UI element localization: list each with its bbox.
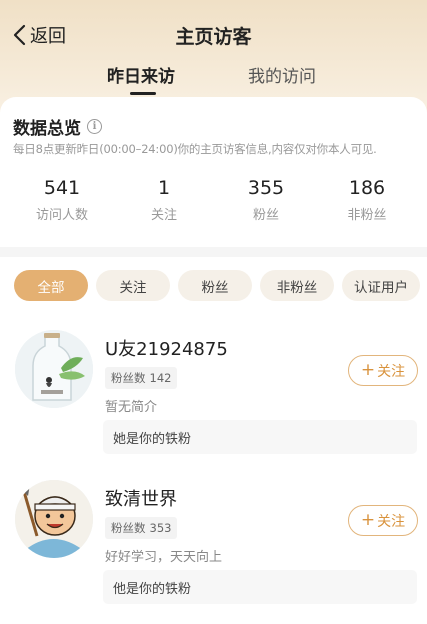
filter-follows[interactable]: 关注 [96, 270, 170, 301]
overview-title: 数据总览 [13, 119, 81, 139]
stat-value: 186 [348, 177, 386, 199]
fans-count: 353 [149, 521, 172, 535]
fans-count: 142 [149, 371, 172, 385]
visitor-name[interactable]: U友21924875 [105, 335, 228, 361]
stat-label: 访问人数 [35, 208, 88, 223]
stat-label: 关注 [150, 208, 177, 223]
stats-row: 541 访问人数 1 关注 355 粉丝 186 非粉丝 [0, 177, 427, 227]
nav-bar: 返回 主页访客 [0, 0, 427, 66]
follow-button[interactable]: + 关注 [348, 355, 418, 386]
tab-yesterday-visits[interactable]: 昨日来访 [107, 62, 175, 87]
stat-label: 非粉丝 [347, 208, 387, 223]
stat-non-fans[interactable]: 186 非粉丝 [322, 177, 412, 223]
avatar-image [15, 480, 93, 558]
stat-label: 粉丝 [252, 208, 279, 223]
info-icon[interactable]: i [87, 119, 102, 134]
visitor-bio: 暂无简介 [105, 400, 158, 415]
fans-label: 粉丝数 [111, 371, 146, 385]
overview-header: 数据总览 i [13, 114, 102, 139]
tab-my-visits[interactable]: 我的访问 [248, 62, 316, 87]
fans-label: 粉丝数 [111, 521, 146, 535]
stat-fans[interactable]: 355 粉丝 [221, 177, 311, 223]
overview-description: 每日8点更新昨日(00:00–24:00)你的主页访客信息,内容仅对你本人可见. [13, 142, 377, 156]
relation-note: 她是你的铁粉 [103, 420, 417, 454]
cartoon-boy-shovel-avatar[interactable] [15, 480, 93, 558]
relation-note: 他是你的铁粉 [103, 570, 417, 604]
stat-value: 355 [247, 177, 285, 199]
filter-verified[interactable]: 认证用户 [342, 270, 420, 301]
visitor-item[interactable]: U友21924875 粉丝数 142 暂无简介 她是你的铁粉 + 关注 [0, 330, 427, 480]
visitor-item[interactable]: 致清世界 粉丝数 353 好好学习，天天向上 他是你的铁粉 + 关注 [0, 480, 427, 624]
follow-label: 关注 [377, 513, 406, 530]
stat-value: 1 [157, 177, 171, 199]
filter-non-fans[interactable]: 非粉丝 [260, 270, 334, 301]
plus-icon: + [360, 510, 376, 530]
avatar-image [15, 330, 93, 408]
girl-in-bottle-avatar[interactable] [15, 330, 93, 408]
tab-bar: 昨日来访 我的访问 [0, 62, 427, 98]
fans-count-badge: 粉丝数 142 [105, 367, 178, 389]
active-tab-indicator [130, 92, 156, 95]
follow-button[interactable]: + 关注 [348, 505, 418, 536]
section-divider [0, 247, 427, 257]
fans-count-badge: 粉丝数 353 [105, 517, 178, 539]
stat-follows[interactable]: 1 关注 [119, 177, 209, 223]
plus-icon: + [360, 360, 376, 380]
filter-all[interactable]: 全部 [14, 270, 88, 301]
visitor-bio: 好好学习，天天向上 [105, 550, 223, 565]
visitor-name[interactable]: 致清世界 [105, 485, 177, 511]
follow-label: 关注 [377, 363, 406, 380]
page-title: 主页访客 [175, 26, 252, 48]
filter-chips: 全部 关注 粉丝 非粉丝 认证用户 [0, 270, 427, 302]
overview-card: 数据总览 i 每日8点更新昨日(00:00–24:00)你的主页访客信息,内容仅… [0, 97, 427, 247]
filter-fans[interactable]: 粉丝 [178, 270, 252, 301]
stat-visitors[interactable]: 541 访问人数 [17, 177, 107, 223]
stat-value: 541 [43, 177, 81, 199]
